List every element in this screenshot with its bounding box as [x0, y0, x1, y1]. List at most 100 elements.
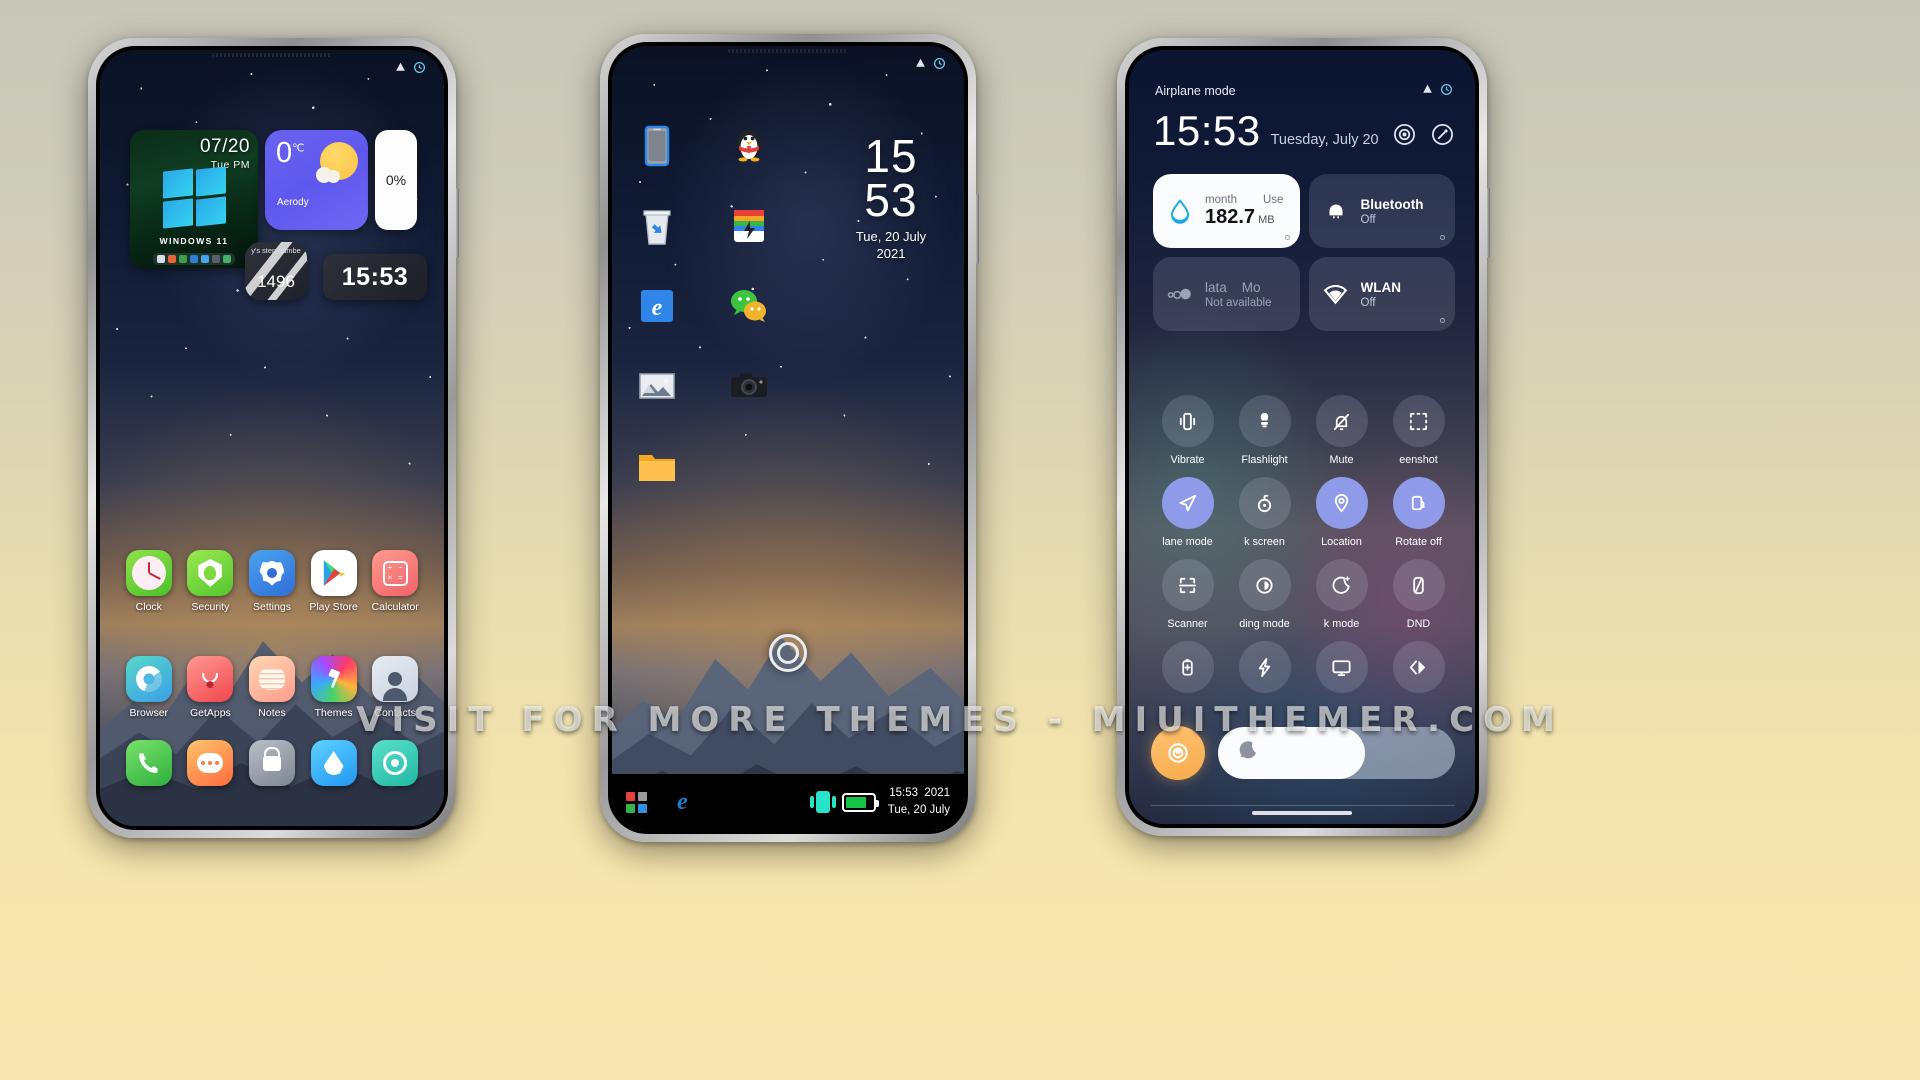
- app-calculator[interactable]: + − × = Calculator: [364, 550, 426, 613]
- app-notes[interactable]: Notes: [241, 656, 303, 719]
- toggle-label: k screen: [1244, 536, 1285, 548]
- mobile-data-tile[interactable]: lata Mo Not available: [1153, 257, 1300, 331]
- dock: [118, 740, 426, 786]
- desktop-icon-wechat[interactable]: [726, 284, 772, 328]
- dnd-icon: [1392, 559, 1445, 611]
- desktop-icon-photos[interactable]: [634, 364, 680, 408]
- app-label: Calculator: [371, 601, 419, 613]
- internet-explorer-icon[interactable]: e: [677, 789, 688, 816]
- brightness-slider[interactable]: [1218, 727, 1455, 779]
- weather-widget[interactable]: 0℃ Aerody: [265, 130, 368, 230]
- toggle-cast-screen[interactable]: [1303, 641, 1380, 700]
- desktop-icon-folder[interactable]: [634, 444, 680, 488]
- app-clock[interactable]: Clock: [118, 550, 180, 613]
- camera-icon: [727, 364, 771, 408]
- toggle-battery-saver[interactable]: [1149, 641, 1226, 700]
- desktop-icon-camera[interactable]: [726, 364, 772, 408]
- cleaner-dock-icon[interactable]: [310, 740, 357, 786]
- clock-widget[interactable]: 15:53: [323, 254, 427, 300]
- app-label: Themes: [314, 707, 353, 719]
- power-button[interactable]: [1487, 188, 1490, 258]
- lock-dock-icon[interactable]: [248, 740, 295, 786]
- taskbar: e 15:53 2021 Tue, 20 July: [612, 774, 964, 830]
- desktop-icon-this-pc[interactable]: [634, 124, 680, 168]
- tile-expand-dot[interactable]: [1284, 235, 1290, 240]
- step-counter-widget[interactable]: y's step numbe 1496: [245, 242, 307, 300]
- penguin-icon: [727, 124, 771, 168]
- toggle-label: ding mode: [1239, 618, 1290, 630]
- windows-11-widget[interactable]: 07/20 Tue PM WINDOWS 11: [130, 130, 258, 268]
- app-getapps[interactable]: GetApps: [180, 656, 242, 719]
- app-label: Contacts: [374, 707, 416, 719]
- taskbar-year: 2021: [924, 787, 950, 800]
- taskbar-clock: 15:53 2021 Tue, 20 July: [888, 785, 950, 818]
- toggle-reading-mode[interactable]: ding mode: [1226, 559, 1303, 630]
- battery-widget[interactable]: 0%: [375, 130, 417, 230]
- messages-dock-icon[interactable]: [187, 740, 234, 786]
- app-grid-row-2: Browser GetApps Notes Themes Contacts: [118, 656, 426, 719]
- toggle-label: Mute: [1329, 454, 1354, 466]
- clock-widget-time: 15:53: [341, 262, 409, 291]
- battery-percentage: 0%: [385, 172, 407, 188]
- tile-expand-dot[interactable]: [1440, 318, 1445, 323]
- mi-dock-icon[interactable]: [372, 740, 419, 786]
- phone-dock-icon[interactable]: [125, 740, 172, 786]
- toggle-dnd[interactable]: DND: [1380, 559, 1457, 630]
- windows-widget-taskbar: [153, 253, 235, 265]
- toggle-airplane-mode[interactable]: lane mode: [1149, 477, 1226, 548]
- toggle-flashlight[interactable]: Flashlight: [1226, 395, 1303, 466]
- app-settings[interactable]: Settings: [241, 550, 303, 613]
- toggle-dark-mode[interactable]: k mode: [1303, 559, 1380, 630]
- toggle-second-space[interactable]: [1380, 641, 1457, 700]
- data-usage-tile[interactable]: month Use 182.7 MB: [1153, 174, 1300, 248]
- edit-toggles-icon[interactable]: [1430, 122, 1455, 147]
- data-usage-unit: MB: [1258, 213, 1275, 226]
- toggle-lock-screen[interactable]: k screen: [1226, 477, 1303, 548]
- dark-mode-icon: [1315, 559, 1368, 611]
- desktop-icon-internet-explorer[interactable]: e: [634, 284, 680, 328]
- settings-gear-icon[interactable]: [1392, 122, 1417, 147]
- toggle-lightning[interactable]: [1226, 641, 1303, 700]
- power-button[interactable]: [976, 194, 979, 264]
- data-usage-text: month Use 182.7 MB: [1205, 194, 1283, 229]
- power-button[interactable]: [456, 188, 459, 258]
- windows-start-icon[interactable]: [626, 791, 647, 813]
- scanner-icon: [1161, 559, 1214, 611]
- desktop-row: [634, 444, 824, 488]
- desktop-icon-recycle-bin[interactable]: [634, 204, 680, 248]
- windows-widget-label: WINDOWS 11: [159, 236, 229, 246]
- getapps-app-icon: [187, 656, 234, 702]
- mute-bell-icon: [1315, 395, 1368, 447]
- mobile-data-icon: [1166, 280, 1194, 308]
- phone-2-screen: e 15 53 Tue, 20 July 2021 e 15:53 2021 T…: [612, 46, 964, 830]
- data-drop-icon: [1166, 197, 1194, 225]
- navigation-pill[interactable]: [1252, 811, 1352, 815]
- home-button-icon[interactable]: [769, 634, 807, 672]
- airplane-mode-status-label: Airplane mode: [1155, 84, 1236, 98]
- bluetooth-title: Bluetooth: [1360, 196, 1424, 212]
- toggle-screenshot[interactable]: eenshot: [1380, 395, 1457, 466]
- app-label: Browser: [129, 707, 169, 719]
- bluetooth-tile[interactable]: Bluetooth Off: [1308, 174, 1455, 248]
- app-contacts[interactable]: Contacts: [364, 656, 426, 719]
- toggle-location[interactable]: Location: [1303, 477, 1380, 548]
- desktop-icon-qq[interactable]: [726, 124, 772, 168]
- control-center-date: Tuesday, July 20: [1270, 132, 1379, 148]
- notes-app-icon: [248, 656, 295, 702]
- app-label: Clock: [135, 601, 162, 613]
- app-themes[interactable]: Themes: [303, 656, 365, 719]
- toggle-mute[interactable]: Mute: [1303, 395, 1380, 466]
- photos-icon: [635, 364, 679, 408]
- app-security[interactable]: Security: [180, 550, 242, 613]
- app-browser[interactable]: Browser: [118, 656, 180, 719]
- wlan-tile[interactable]: WLAN Off: [1308, 257, 1455, 331]
- app-label: GetApps: [189, 707, 231, 719]
- tile-expand-dot[interactable]: [1440, 235, 1445, 240]
- desktop-icon-xunlei[interactable]: [726, 204, 772, 248]
- desktop-row: [634, 364, 824, 408]
- app-play-store[interactable]: Play Store: [303, 550, 365, 613]
- toggle-vibrate[interactable]: Vibrate: [1149, 395, 1226, 466]
- toggle-scanner[interactable]: Scanner: [1149, 559, 1226, 630]
- toggle-rotate-off[interactable]: Rotate off: [1380, 477, 1457, 548]
- brightness-bulb-icon[interactable]: [1151, 726, 1205, 780]
